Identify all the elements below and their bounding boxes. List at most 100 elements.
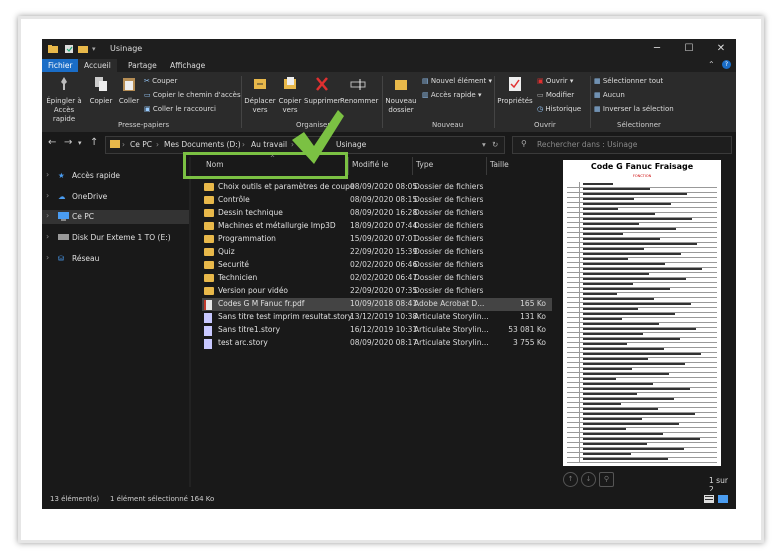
paste-shortcut-button[interactable]: ▣ Coller le raccourci	[144, 105, 216, 113]
up-arrow-icon[interactable]: ↑	[90, 137, 98, 148]
column-separator[interactable]	[486, 157, 487, 175]
close-button[interactable]: ✕	[708, 41, 734, 57]
new-folder-button[interactable]: Nouveau dossier	[385, 76, 417, 115]
nav-item-network[interactable]: › ⛁ Réseau	[42, 252, 189, 266]
nav-item-onedrive[interactable]: › ☁ OneDrive	[42, 190, 189, 204]
copy-path-button[interactable]: ▭ Copier le chemin d'accès	[144, 91, 241, 99]
refresh-icon[interactable]: ↻	[492, 140, 498, 149]
next-page-icon[interactable]: ↓	[581, 472, 596, 487]
paste-button[interactable]: Coller	[116, 76, 142, 106]
move-to-button[interactable]: Déplacer vers	[244, 76, 276, 115]
list-item[interactable]: Sans titre1.story 16/12/2019 10:31 Artic…	[202, 324, 552, 337]
list-item[interactable]: test arc.story 08/09/2020 08:17 Articula…	[202, 337, 552, 350]
paste-icon	[116, 76, 142, 95]
nav-item-quick-access[interactable]: › ★ Accès rapide	[42, 169, 189, 183]
breadcrumb-ce-pc[interactable]: Ce PC	[130, 140, 152, 149]
select-all-button[interactable]: ▦ Sélectionner tout	[594, 77, 663, 85]
select-none-button[interactable]: ▦ Aucun	[594, 91, 625, 99]
previous-page-icon[interactable]: ↑	[563, 472, 578, 487]
delete-button[interactable]: Supprimer	[304, 76, 341, 106]
copy-button[interactable]: Copier	[86, 76, 116, 106]
list-item[interactable]: Sans titre test imprim resultat.story 13…	[202, 311, 552, 324]
nav-item-ce-pc[interactable]: › Ce PC	[42, 210, 189, 224]
column-header-type[interactable]: Type	[416, 160, 433, 169]
properties-button[interactable]: Propriétés	[497, 76, 533, 106]
list-item[interactable]: Contrôle 08/09/2020 08:15 Dossier de fic…	[202, 194, 552, 207]
maximize-button[interactable]: ☐	[676, 41, 702, 57]
forward-arrow-icon[interactable]: →	[64, 137, 72, 148]
breadcrumb-au-travail[interactable]: Au travail	[251, 140, 287, 149]
list-item[interactable]: Dessin technique 08/09/2020 16:28 Dossie…	[202, 207, 552, 220]
column-separator[interactable]	[348, 157, 349, 175]
expand-chevron-icon[interactable]: ›	[46, 232, 49, 241]
invert-selection-button[interactable]: ▦ Inverser la sélection	[594, 105, 674, 113]
list-item[interactable]: Programmation 15/09/2020 07:01 Dossier d…	[202, 233, 552, 246]
pane-divider[interactable]	[189, 157, 191, 487]
folder-icon	[204, 196, 214, 204]
ribbon-divider	[382, 76, 383, 128]
pin-quick-access-button[interactable]: Épingler à Accès rapide	[44, 76, 84, 124]
easy-access-button[interactable]: ▥ Accès rapide ▾	[422, 91, 481, 99]
pdf-open-icon: ▣	[537, 77, 544, 85]
rename-button[interactable]: Renommer	[340, 76, 378, 106]
folder-address-icon	[110, 139, 120, 150]
address-dropdown-icon[interactable]: ▾	[482, 140, 486, 149]
status-selection: 1 élément sélectionné 164 Ko	[110, 495, 215, 503]
breadcrumb-separator: ›	[122, 140, 125, 149]
group-label-new: Nouveau	[432, 121, 464, 129]
edit-button[interactable]: ▭ Modifier	[537, 91, 574, 99]
rename-icon	[340, 76, 376, 95]
tab-fichier[interactable]: Fichier	[42, 59, 79, 72]
cloud-icon: ☁	[58, 192, 66, 201]
folder-icon	[204, 235, 214, 243]
properties-quick-icon[interactable]	[64, 44, 74, 54]
ribbon-divider	[494, 76, 495, 128]
help-icon[interactable]: ?	[722, 60, 731, 69]
preview-doc-title: Code G Fanuc Fraisage	[590, 162, 694, 171]
list-item[interactable]: Securité 02/02/2020 06:46 Dossier de fic…	[202, 259, 552, 272]
expand-chevron-icon[interactable]: ›	[46, 253, 49, 262]
folder-icon	[204, 248, 214, 256]
column-header-size[interactable]: Taille	[490, 160, 509, 169]
quick-access-dropdown-icon[interactable]: ▾	[92, 44, 102, 54]
minimize-button[interactable]: ─	[644, 41, 670, 57]
list-item[interactable]: Technicien 02/02/2020 06:47 Dossier de f…	[202, 272, 552, 285]
pdf-preview-page[interactable]: Code G Fanuc Fraisage FONCTION	[563, 160, 721, 466]
expand-chevron-icon[interactable]: ›	[46, 191, 49, 200]
drive-icon	[58, 233, 69, 243]
folder-icon	[204, 261, 214, 269]
properties-check-icon	[497, 76, 533, 95]
large-icons-view-icon[interactable]	[718, 494, 728, 506]
list-item[interactable]: Quiz 22/09/2020 15:39 Dossier de fichier…	[202, 246, 552, 259]
new-folder-quick-icon[interactable]	[78, 44, 88, 54]
recent-dropdown-icon[interactable]: ▾	[78, 139, 82, 147]
expand-chevron-icon[interactable]: ›	[46, 211, 49, 220]
address-bar-row: ← → ▾ ↑ › Ce PC › Mes Documents (D:) › A…	[42, 134, 736, 156]
list-item-selected[interactable]: Codes G M Fanuc fr.pdf 10/09/2018 08:41 …	[202, 298, 552, 311]
cut-button[interactable]: ✂ Couper	[144, 77, 177, 85]
column-header-date[interactable]: Modifié le	[352, 160, 388, 169]
collapse-ribbon-icon[interactable]: ⌃	[708, 60, 715, 69]
tab-affichage[interactable]: Affichage	[164, 59, 211, 72]
list-item[interactable]: Version pour vidéo 22/09/2020 07:35 Doss…	[202, 285, 552, 298]
expand-chevron-icon[interactable]: ›	[46, 170, 49, 179]
check-mark-icon	[290, 108, 346, 170]
list-item[interactable]: Machines et métallurgie Imp3D 18/09/2020…	[202, 220, 552, 233]
network-icon: ⛁	[58, 254, 65, 263]
breadcrumb-mes-documents[interactable]: Mes Documents (D:)	[164, 140, 241, 149]
tab-accueil[interactable]: Accueil	[78, 59, 117, 72]
history-button[interactable]: ◷ Historique	[537, 105, 581, 113]
column-separator[interactable]	[412, 157, 413, 175]
search-doc-icon[interactable]: ⚲	[599, 472, 614, 487]
new-item-button[interactable]: ▤ Nouvel élément ▾	[422, 77, 492, 85]
list-item[interactable]: Choix outils et paramètres de coupe 08/0…	[202, 181, 552, 194]
back-arrow-icon[interactable]: ←	[48, 137, 56, 148]
tab-partage[interactable]: Partage	[122, 59, 163, 72]
breadcrumb-separator: ›	[242, 140, 245, 149]
nav-item-external-disk[interactable]: › Disk Dur Exteme 1 TO (E:)	[42, 231, 189, 245]
status-bar: 13 élément(s) 1 élément sélectionné 164 …	[42, 491, 736, 509]
search-input[interactable]: ⚲ Rechercher dans : Usinage	[512, 136, 732, 154]
details-view-icon[interactable]	[704, 494, 714, 506]
story-file-icon	[204, 313, 212, 323]
open-button[interactable]: ▣ Ouvrir ▾	[537, 77, 573, 85]
